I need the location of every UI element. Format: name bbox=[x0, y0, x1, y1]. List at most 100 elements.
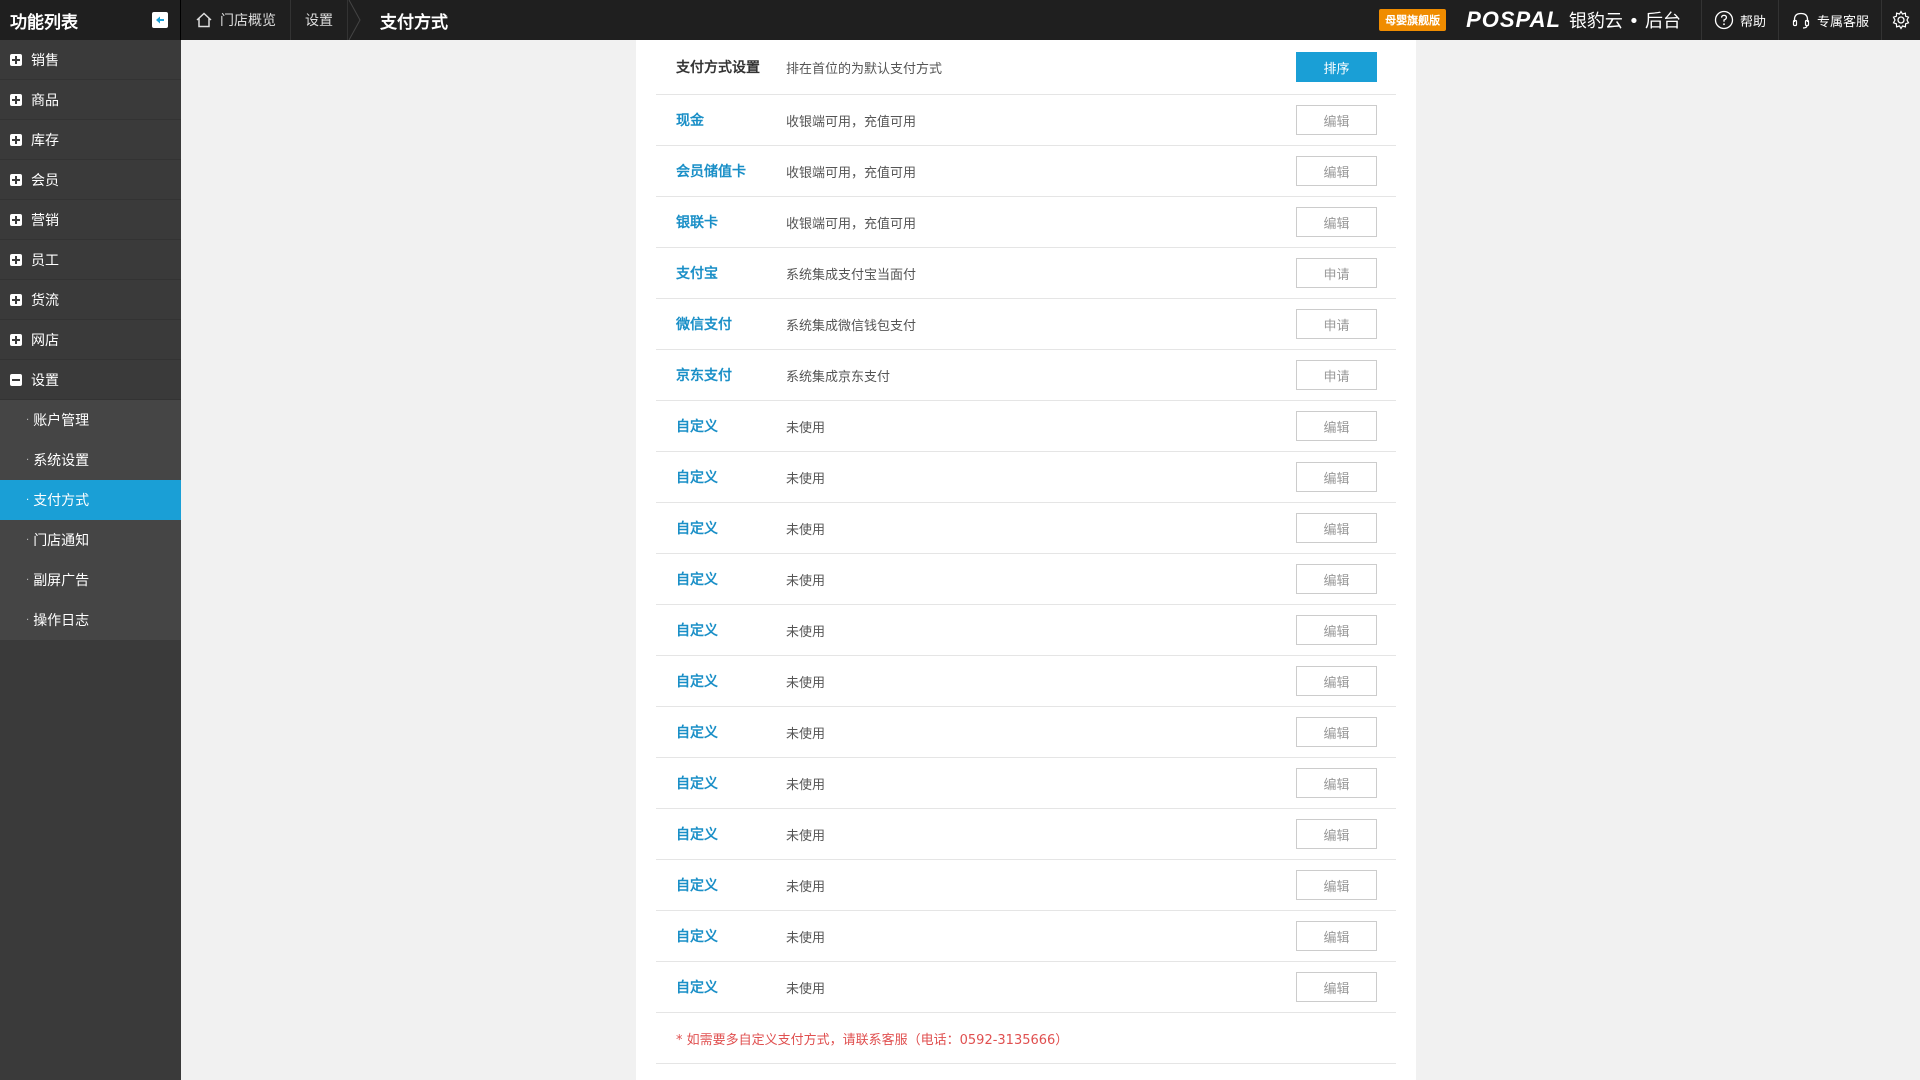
payment-name[interactable]: 会员储值卡 bbox=[656, 161, 786, 181]
payment-name[interactable]: 自定义 bbox=[656, 467, 786, 487]
edit-button[interactable]: 编辑 bbox=[1296, 768, 1377, 798]
expand-icon bbox=[10, 213, 22, 226]
payment-name[interactable]: 自定义 bbox=[656, 416, 786, 436]
bullet-icon: · bbox=[26, 454, 30, 466]
table-row: 支付宝 系统集成支付宝当面付 申请 bbox=[656, 248, 1396, 299]
apply-button[interactable]: 申请 bbox=[1296, 258, 1377, 288]
service-label: 专属客服 bbox=[1816, 14, 1869, 30]
payment-desc: 未使用 bbox=[786, 777, 826, 793]
table-row: 自定义 未使用 编辑 bbox=[656, 401, 1396, 452]
payment-name[interactable]: 自定义 bbox=[656, 518, 786, 538]
customer-service-button[interactable]: 专属客服 bbox=[1779, 0, 1882, 40]
edit-button[interactable]: 编辑 bbox=[1296, 462, 1377, 492]
breadcrumb-settings[interactable]: 设置 bbox=[291, 0, 348, 40]
sidebar-subitem-label: 操作日志 bbox=[33, 613, 90, 629]
payment-desc: 未使用 bbox=[786, 726, 826, 742]
expand-icon bbox=[10, 253, 22, 266]
payment-desc: 未使用 bbox=[786, 879, 826, 895]
edit-button[interactable]: 编辑 bbox=[1296, 207, 1377, 237]
edit-button[interactable]: 编辑 bbox=[1296, 870, 1377, 900]
sidebar-subitem-ads[interactable]: · 副屏广告 bbox=[0, 560, 181, 600]
payment-name[interactable]: 自定义 bbox=[656, 926, 786, 946]
payment-desc: 系统集成支付宝当面付 bbox=[786, 267, 917, 283]
edit-button[interactable]: 编辑 bbox=[1296, 666, 1377, 696]
expand-icon bbox=[10, 173, 22, 186]
bullet-icon: · bbox=[26, 414, 30, 426]
payment-desc: 未使用 bbox=[786, 981, 826, 997]
breadcrumb-home[interactable]: 门店概览 bbox=[181, 0, 291, 40]
payment-name[interactable]: 自定义 bbox=[656, 875, 786, 895]
sidebar-item-inventory[interactable]: 库存 bbox=[0, 120, 181, 160]
sidebar-subitem-notice[interactable]: · 门店通知 bbox=[0, 520, 181, 560]
sidebar-subitem-label: 账户管理 bbox=[33, 413, 90, 429]
help-icon bbox=[1714, 10, 1734, 30]
payment-name[interactable]: 现金 bbox=[656, 110, 786, 130]
settings-submenu: · 账户管理 · 系统设置 · 支付方式 · 门店通知 · 副屏广告 · 操作日… bbox=[0, 400, 181, 640]
sidebar-item-products[interactable]: 商品 bbox=[0, 80, 181, 120]
top-bar: 功能列表 门店概览 设置 支付方式 母婴旗舰版 POSPAL 银豹云 • 后台 … bbox=[0, 0, 1920, 40]
edit-button[interactable]: 编辑 bbox=[1296, 972, 1377, 1002]
payment-name[interactable]: 自定义 bbox=[656, 722, 786, 742]
payment-name[interactable]: 自定义 bbox=[656, 977, 786, 997]
bullet-icon: · bbox=[26, 614, 30, 626]
breadcrumb-item-settings: 设置 bbox=[305, 13, 333, 29]
sidebar-item-sales[interactable]: 销售 bbox=[0, 40, 181, 80]
menu-title: 功能列表 bbox=[10, 12, 78, 33]
payment-name[interactable]: 银联卡 bbox=[656, 212, 786, 232]
payment-name[interactable]: 京东支付 bbox=[656, 365, 786, 385]
edit-button[interactable]: 编辑 bbox=[1296, 411, 1377, 441]
sidebar-item-members[interactable]: 会员 bbox=[0, 160, 181, 200]
edit-button[interactable]: 编辑 bbox=[1296, 819, 1377, 849]
apply-button[interactable]: 申请 bbox=[1296, 360, 1377, 390]
payment-desc: 未使用 bbox=[786, 522, 826, 538]
payment-desc: 未使用 bbox=[786, 624, 826, 640]
sidebar-item-employees[interactable]: 员工 bbox=[0, 240, 181, 280]
table-row: 自定义 未使用 编辑 bbox=[656, 554, 1396, 605]
sidebar-item-settings[interactable]: 设置 bbox=[0, 360, 181, 400]
payment-name[interactable]: 自定义 bbox=[656, 773, 786, 793]
payment-name[interactable]: 微信支付 bbox=[656, 314, 786, 334]
edition-badge: 母婴旗舰版 bbox=[1379, 9, 1447, 31]
payment-name[interactable]: 支付宝 bbox=[656, 263, 786, 283]
bullet-icon: · bbox=[26, 534, 30, 546]
sidebar-subitem-log[interactable]: · 操作日志 bbox=[0, 600, 181, 640]
apply-button[interactable]: 申请 bbox=[1296, 309, 1377, 339]
payment-name[interactable]: 自定义 bbox=[656, 671, 786, 691]
expand-icon bbox=[10, 93, 22, 106]
sidebar-item-logistics[interactable]: 货流 bbox=[0, 280, 181, 320]
bullet-icon: · bbox=[26, 574, 30, 586]
payment-desc: 未使用 bbox=[786, 471, 826, 487]
sort-button[interactable]: 排序 bbox=[1296, 52, 1377, 82]
payment-desc: 未使用 bbox=[786, 930, 826, 946]
edit-button[interactable]: 编辑 bbox=[1296, 921, 1377, 951]
edit-button[interactable]: 编辑 bbox=[1296, 156, 1377, 186]
expand-icon bbox=[10, 53, 22, 66]
sidebar: 销售 商品 库存 会员 营销 员工 货流 网店 设置 · 账户管理 · 系统设置… bbox=[0, 40, 181, 1080]
brand-name: 银豹云 • 后台 bbox=[1568, 11, 1681, 32]
edit-button[interactable]: 编辑 bbox=[1296, 564, 1377, 594]
help-label: 帮助 bbox=[1739, 14, 1766, 30]
table-header-row: 支付方式设置 排在首位的为默认支付方式 排序 bbox=[656, 40, 1396, 95]
payment-desc: 收银端可用，充值可用 bbox=[786, 165, 917, 181]
sidebar-item-marketing[interactable]: 营销 bbox=[0, 200, 181, 240]
collapse-sidebar-button[interactable] bbox=[152, 12, 168, 28]
sidebar-subitem-label: 系统设置 bbox=[33, 453, 90, 469]
payment-name[interactable]: 自定义 bbox=[656, 569, 786, 589]
sidebar-item-label: 销售 bbox=[31, 52, 59, 69]
payment-name[interactable]: 自定义 bbox=[656, 620, 786, 640]
payment-name[interactable]: 自定义 bbox=[656, 824, 786, 844]
expand-icon bbox=[10, 293, 22, 306]
contact-note: * 如需要多自定义支付方式，请联系客服（电话：0592-3135666） bbox=[656, 1013, 1396, 1064]
edit-button[interactable]: 编辑 bbox=[1296, 717, 1377, 747]
sidebar-item-online-store[interactable]: 网店 bbox=[0, 320, 181, 360]
sidebar-item-label: 设置 bbox=[31, 372, 59, 389]
edit-button[interactable]: 编辑 bbox=[1296, 615, 1377, 645]
payment-desc: 收银端可用，充值可用 bbox=[786, 216, 917, 232]
help-button[interactable]: 帮助 bbox=[1702, 0, 1779, 40]
sidebar-subitem-payment[interactable]: · 支付方式 bbox=[0, 480, 181, 520]
edit-button[interactable]: 编辑 bbox=[1296, 513, 1377, 543]
sidebar-subitem-account[interactable]: · 账户管理 bbox=[0, 400, 181, 440]
sidebar-subitem-system[interactable]: · 系统设置 bbox=[0, 440, 181, 480]
edit-button[interactable]: 编辑 bbox=[1296, 105, 1377, 135]
settings-button[interactable] bbox=[1882, 0, 1920, 40]
